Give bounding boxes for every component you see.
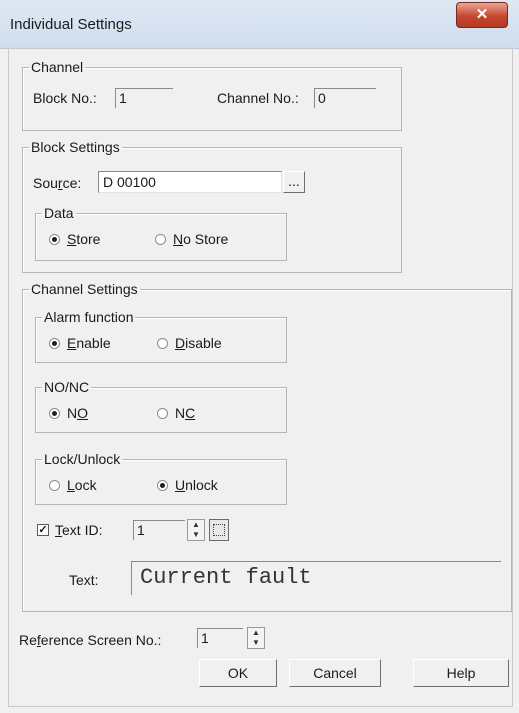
channel-settings-legend: Channel Settings xyxy=(31,281,138,297)
text-id-field[interactable]: 1 xyxy=(133,520,185,540)
reference-screen-field[interactable]: 1 xyxy=(197,628,243,648)
spin-down-icon: ▼ xyxy=(192,530,200,539)
channel-group-legend: Channel xyxy=(31,59,84,75)
text-display: Current fault xyxy=(131,561,501,595)
lock-radio[interactable]: Lock xyxy=(49,477,97,493)
text-id-label: Text ID: xyxy=(55,522,103,538)
dialog-body: Channel Block No.: 1 Channel No.: 0 Bloc… xyxy=(8,48,513,707)
alarm-function-legend: Alarm function xyxy=(44,309,134,325)
unlock-radio-dot xyxy=(157,479,168,491)
data-group-legend: Data xyxy=(44,205,74,221)
ok-button[interactable]: OK xyxy=(199,659,277,687)
no-store-radio[interactable]: No Store xyxy=(155,231,228,247)
reference-screen-spinner[interactable]: ▲ ▼ xyxy=(247,627,265,649)
browse-icon xyxy=(213,524,225,536)
reference-screen-label: Reference Screen No.: xyxy=(19,632,162,648)
block-no-field[interactable]: 1 xyxy=(115,88,173,108)
no-store-radio-label: No Store xyxy=(173,231,229,247)
help-button[interactable]: Help xyxy=(413,659,509,687)
block-no-label: Block No.: xyxy=(33,90,97,106)
disable-radio[interactable]: Disable xyxy=(157,335,222,351)
unlock-radio[interactable]: Unlock xyxy=(157,477,218,493)
nc-radio[interactable]: NC xyxy=(157,405,195,421)
disable-radio-label: Disable xyxy=(175,335,222,351)
store-radio[interactable]: Store xyxy=(49,231,100,247)
no-store-radio-dot xyxy=(155,233,166,245)
text-id-browse-button[interactable] xyxy=(209,519,229,541)
cancel-button[interactable]: Cancel xyxy=(289,659,381,687)
lock-unlock-legend: Lock/Unlock xyxy=(44,451,121,467)
source-browse-button[interactable]: ... xyxy=(283,171,305,193)
spin-up-icon: ▲ xyxy=(192,520,200,529)
spin-down-icon: ▼ xyxy=(252,638,260,647)
source-input[interactable]: D 00100 xyxy=(98,171,282,193)
block-settings-legend: Block Settings xyxy=(31,139,120,155)
store-radio-label: Store xyxy=(67,231,101,247)
enable-radio-label: Enable xyxy=(67,335,111,351)
close-button[interactable]: ✕ xyxy=(456,2,508,28)
text-id-spinner[interactable]: ▲ ▼ xyxy=(187,519,205,541)
no-radio-label: NO xyxy=(67,405,89,421)
spin-up-icon: ▲ xyxy=(252,628,260,637)
nonc-legend: NO/NC xyxy=(44,379,90,395)
nc-radio-dot xyxy=(157,407,168,419)
title-bar: Individual Settings ✕ xyxy=(0,0,519,49)
lock-radio-dot xyxy=(49,479,60,491)
nc-radio-label: NC xyxy=(175,405,196,421)
no-radio-dot xyxy=(49,407,60,419)
channel-no-field[interactable]: 0 xyxy=(314,88,376,108)
no-radio[interactable]: NO xyxy=(49,405,88,421)
source-label: Source: xyxy=(33,175,82,191)
close-icon: ✕ xyxy=(475,6,489,23)
store-radio-dot xyxy=(49,233,60,245)
text-id-checkbox[interactable]: ✓ xyxy=(37,524,49,536)
disable-radio-dot xyxy=(157,337,168,349)
unlock-radio-label: Unlock xyxy=(175,477,218,493)
window-title: Individual Settings xyxy=(10,16,132,33)
channel-no-label: Channel No.: xyxy=(217,90,299,106)
lock-radio-label: Lock xyxy=(67,477,97,493)
text-label: Text: xyxy=(69,572,99,588)
enable-radio[interactable]: Enable xyxy=(49,335,111,351)
checkmark-icon: ✓ xyxy=(38,524,48,536)
enable-radio-dot xyxy=(49,337,60,349)
